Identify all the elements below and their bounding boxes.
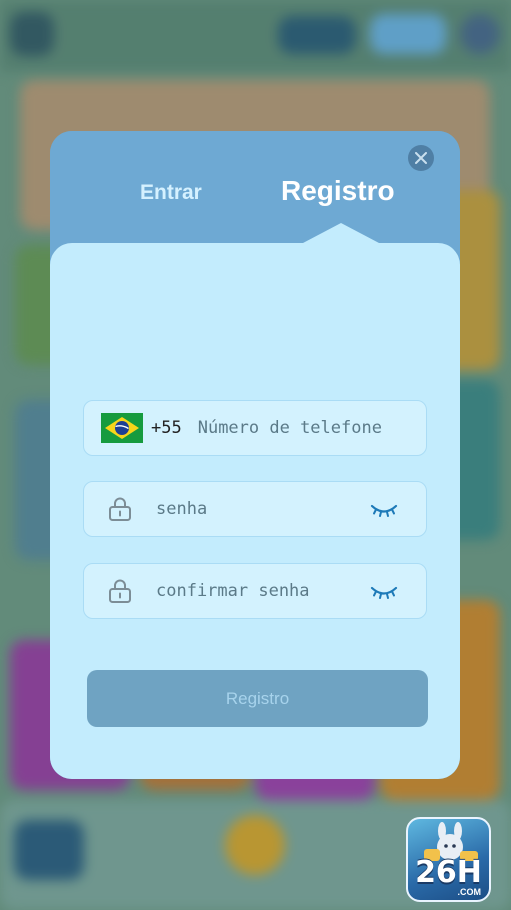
password-input[interactable] <box>154 481 358 537</box>
tab-login[interactable]: Entrar <box>140 181 202 205</box>
lock-icon <box>109 497 131 521</box>
active-tab-indicator <box>303 223 379 243</box>
lock-icon <box>109 579 131 603</box>
confirm-password-input[interactable] <box>154 563 358 619</box>
tab-register[interactable]: Registro <box>281 175 395 207</box>
eye-closed-icon[interactable] <box>370 582 398 602</box>
close-button[interactable] <box>408 145 434 171</box>
register-modal: Entrar Registro +55 Número de telefone R… <box>50 131 460 779</box>
brand-logo[interactable]: 26H .COM <box>406 817 491 902</box>
modal-body: +55 Número de telefone Registro <box>50 243 460 779</box>
modal-header <box>50 131 460 243</box>
logo-text: 26H <box>415 855 482 890</box>
phone-field: +55 <box>83 400 427 456</box>
close-icon <box>415 152 427 164</box>
brazil-flag-icon[interactable] <box>101 413 143 443</box>
password-field <box>83 481 427 537</box>
eye-closed-icon[interactable] <box>370 500 398 520</box>
confirm-password-field <box>83 563 427 619</box>
logo-subtext: .COM <box>457 887 482 897</box>
country-code[interactable]: +55 <box>151 418 182 438</box>
register-submit-button[interactable]: Registro <box>87 670 428 727</box>
phone-input[interactable] <box>195 400 400 456</box>
